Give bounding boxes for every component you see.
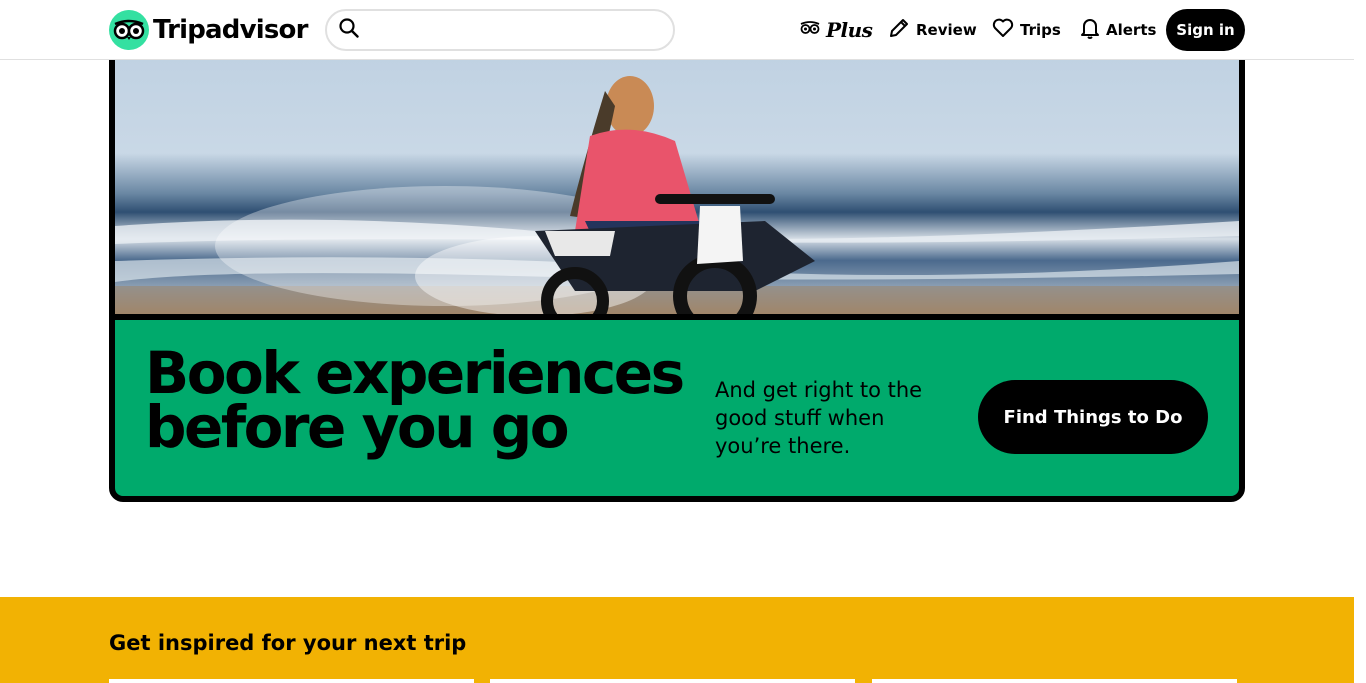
search-bar[interactable] [325, 9, 675, 51]
tripadvisor-logo[interactable]: Tripadvisor [109, 10, 308, 50]
plus-owl-icon [800, 21, 820, 39]
nav-trips-label: Trips [1020, 21, 1061, 39]
tripadvisor-owl-logo-icon [109, 10, 149, 50]
pencil-icon [888, 17, 910, 43]
inspiration-card[interactable] [490, 679, 855, 683]
promo-photo [115, 46, 1239, 320]
search-input[interactable] [369, 15, 659, 45]
promo-title-line2: before you go [145, 393, 570, 461]
inspired-section: Get inspired for your next trip [0, 597, 1354, 683]
sign-in-button[interactable]: Sign in [1166, 9, 1245, 51]
inspiration-card[interactable] [109, 679, 474, 683]
promo-banner: Book experiences before you go And get r… [109, 40, 1245, 502]
scrollbar-gutter [1354, 0, 1366, 683]
inspiration-card[interactable] [872, 679, 1237, 683]
nav-plus-label: Plus [826, 18, 873, 42]
top-header: Tripadvisor Plus Review Trips Alerts Sig… [0, 0, 1354, 60]
promo-title: Book experiences before you go [145, 339, 705, 461]
nav-plus[interactable]: Plus [800, 0, 873, 60]
find-things-to-do-button[interactable]: Find Things to Do [978, 380, 1208, 454]
inspired-section-title: Get inspired for your next trip [109, 631, 467, 655]
bell-icon [1080, 17, 1100, 43]
heart-icon [992, 18, 1014, 42]
nav-alerts-label: Alerts [1106, 21, 1157, 39]
nav-trips[interactable]: Trips [992, 0, 1061, 60]
promo-subtitle: And get right to the good stuff when you… [715, 378, 923, 458]
search-icon [339, 17, 359, 43]
promo-title-line1: Book experiences [145, 339, 685, 407]
nav-alerts[interactable]: Alerts [1080, 0, 1156, 60]
logo-text: Tripadvisor [153, 15, 308, 45]
nav-review[interactable]: Review [888, 0, 977, 60]
nav-review-label: Review [916, 21, 977, 39]
